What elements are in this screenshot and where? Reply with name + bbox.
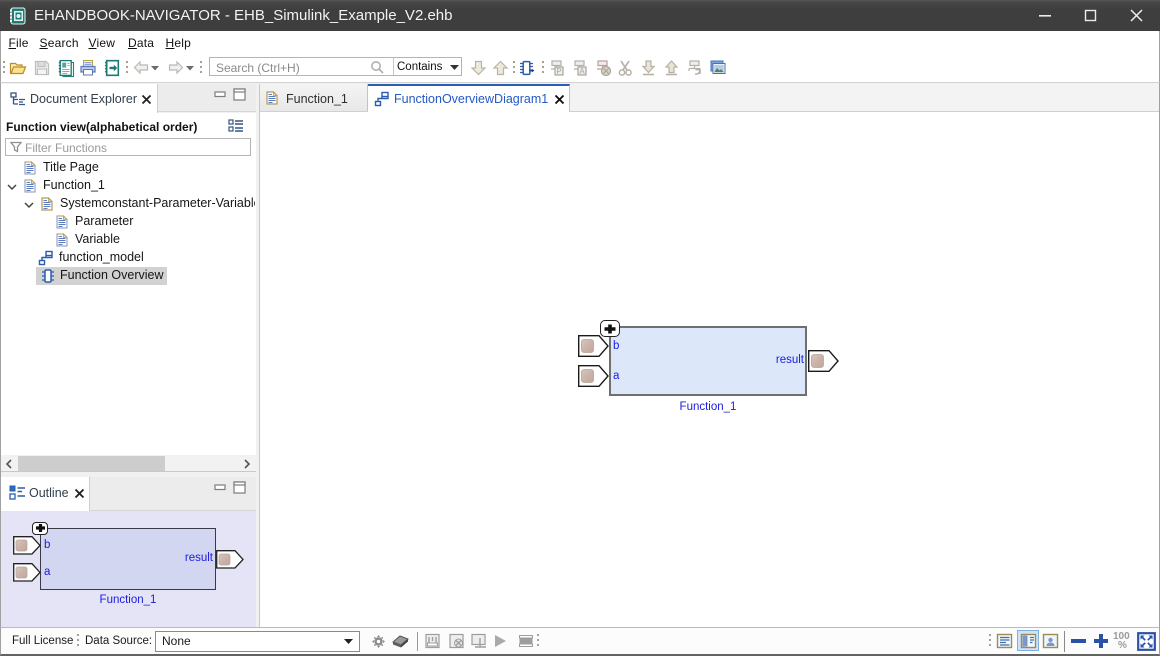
svg-text:P: P bbox=[556, 67, 561, 76]
svg-text:A: A bbox=[579, 67, 585, 76]
